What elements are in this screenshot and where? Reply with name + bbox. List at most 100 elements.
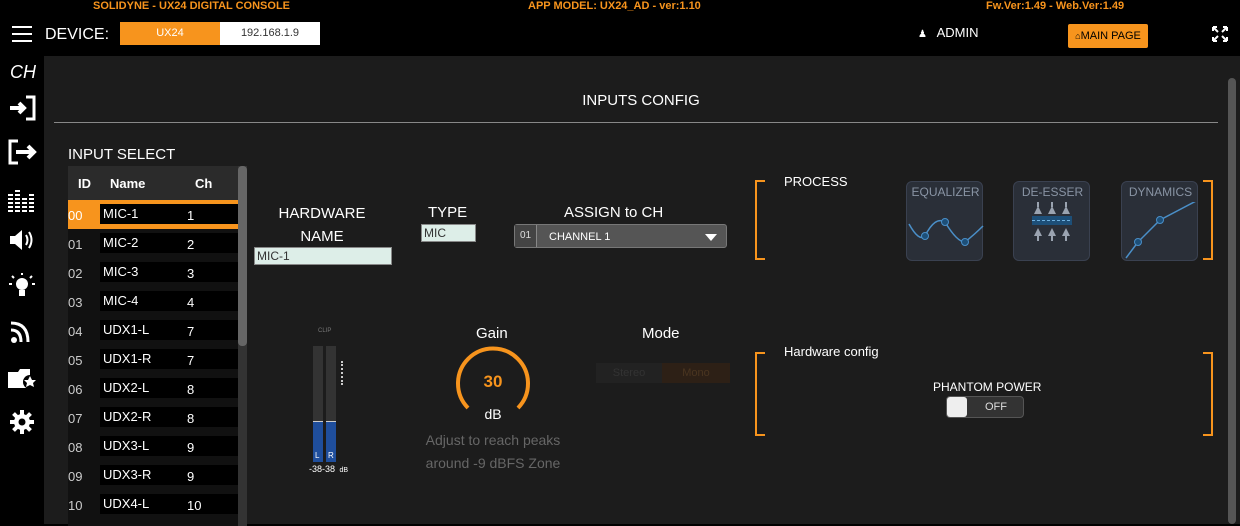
mode-stereo-option[interactable]: Stereo bbox=[596, 363, 662, 383]
input-select-label: INPUT SELECT bbox=[68, 146, 176, 163]
presets-icon[interactable] bbox=[6, 364, 38, 392]
outputs-icon[interactable] bbox=[6, 138, 38, 166]
process-bracket-left bbox=[755, 180, 765, 260]
row-ch: 2 bbox=[187, 237, 195, 252]
meter-right-label: R bbox=[328, 451, 334, 460]
meter-right-bar: R bbox=[326, 346, 336, 462]
equalizer-icon bbox=[908, 218, 984, 246]
clip-indicator: CLIP bbox=[318, 328, 332, 334]
header: DEVICE: UX24 192.168.1.9 ♟ ADMIN ⌂MAIN P… bbox=[0, 13, 1240, 56]
process-bracket-right bbox=[1203, 180, 1213, 260]
meter-left-label: L bbox=[315, 451, 320, 460]
firmware-version: Fw.Ver:1.49 - Web.Ver:1.49 bbox=[986, 0, 1125, 12]
row-name: UDX1-L bbox=[100, 320, 238, 340]
page-scrollbar[interactable] bbox=[1228, 78, 1236, 524]
hardware-name-label: HARDWARE NAME bbox=[278, 205, 366, 245]
rss-icon[interactable] bbox=[6, 318, 38, 346]
gain-unit: dB bbox=[484, 406, 502, 422]
type-input[interactable]: MIC bbox=[421, 224, 476, 242]
row-ch: 9 bbox=[187, 469, 195, 484]
row-id: 03 bbox=[68, 295, 83, 310]
channel-section-label: CH bbox=[10, 62, 36, 82]
de-esser-button[interactable]: DE-ESSER bbox=[1013, 181, 1090, 261]
de-esser-label: DE-ESSER bbox=[1021, 185, 1084, 199]
table-row[interactable]: 05 UDX1-R 7 bbox=[68, 345, 238, 374]
table-row[interactable]: 01 MIC-2 2 bbox=[68, 229, 238, 258]
hardware-bracket-left bbox=[755, 352, 765, 436]
row-name: UDX2-R bbox=[100, 407, 238, 427]
meters-icon[interactable] bbox=[6, 186, 38, 214]
top-status-bar: SOLIDYNE - UX24 DIGITAL CONSOLE APP MODE… bbox=[0, 0, 1240, 13]
type-label: TYPE bbox=[428, 204, 468, 221]
main-page-button[interactable]: ⌂MAIN PAGE bbox=[1068, 24, 1148, 48]
row-ch: 10 bbox=[187, 498, 202, 513]
row-id: 05 bbox=[68, 353, 83, 368]
assign-label: ASSIGN to CH bbox=[564, 204, 664, 221]
equalizer-label: EQUALIZER bbox=[911, 185, 980, 199]
row-name: UDX3-L bbox=[100, 436, 238, 456]
title-divider bbox=[54, 122, 1218, 123]
row-id: 01 bbox=[68, 237, 83, 252]
row-name: UDX3-R bbox=[100, 465, 238, 485]
phantom-power-label: PHANTOM POWER bbox=[933, 380, 1042, 394]
table-row[interactable]: 03 MIC-4 4 bbox=[68, 287, 238, 316]
mode-switch[interactable]: Stereo Mono bbox=[596, 363, 730, 383]
table-row[interactable]: 08 UDX3-L 9 bbox=[68, 432, 238, 461]
console-title: SOLIDYNE - UX24 DIGITAL CONSOLE bbox=[93, 0, 291, 12]
assign-channel-value: CHANNEL 1 bbox=[549, 231, 611, 243]
equalizer-button[interactable]: EQUALIZER bbox=[906, 181, 984, 261]
phantom-power-toggle[interactable]: OFF bbox=[946, 396, 1024, 418]
sidebar: CH bbox=[0, 56, 44, 524]
table-row[interactable]: 07 UDX2-R 8 bbox=[68, 403, 238, 432]
header-ch: Ch bbox=[195, 176, 213, 191]
assign-channel-select[interactable]: 01 CHANNEL 1 bbox=[514, 224, 727, 248]
mode-mono-option[interactable]: Mono bbox=[662, 363, 730, 383]
assign-channel-number: 01 bbox=[515, 225, 537, 247]
table-row[interactable]: 02 MIC-3 3 bbox=[68, 258, 238, 287]
speaker-icon[interactable] bbox=[6, 226, 38, 254]
hamburger-menu-icon[interactable] bbox=[12, 26, 32, 42]
row-name: MIC-4 bbox=[100, 291, 238, 311]
row-ch: 7 bbox=[187, 324, 195, 339]
dynamics-button[interactable]: DYNAMICS bbox=[1121, 181, 1198, 261]
lamp-icon[interactable] bbox=[6, 272, 38, 300]
fullscreen-icon[interactable] bbox=[1212, 26, 1228, 42]
header-name: Name bbox=[110, 176, 146, 191]
row-name: MIC-3 bbox=[100, 262, 238, 282]
table-scrollbar[interactable] bbox=[238, 166, 247, 526]
row-id: 07 bbox=[68, 411, 83, 426]
row-ch: 9 bbox=[187, 440, 195, 455]
chevron-down-icon bbox=[705, 234, 717, 241]
device-name-tab[interactable]: UX24 bbox=[120, 22, 220, 45]
table-row[interactable]: 00 MIC-1 1 bbox=[68, 200, 238, 229]
gain-value: 30 bbox=[483, 372, 503, 391]
row-name: MIC-2 bbox=[100, 233, 238, 253]
user-icon: ♟ bbox=[918, 29, 927, 40]
table-row[interactable]: 04 UDX1-L 7 bbox=[68, 316, 238, 345]
phantom-power-state: OFF bbox=[985, 401, 1007, 413]
device-ip-tab[interactable]: 192.168.1.9 bbox=[220, 22, 320, 45]
row-ch: 3 bbox=[187, 266, 195, 281]
hardware-name-input[interactable]: MIC-1 bbox=[254, 247, 392, 265]
hardware-config-label: Hardware config bbox=[784, 344, 879, 359]
user-indicator[interactable]: ♟ ADMIN bbox=[918, 25, 978, 40]
meter-left-peak bbox=[313, 421, 323, 422]
inputs-icon[interactable] bbox=[6, 94, 38, 122]
row-ch: 4 bbox=[187, 295, 195, 310]
settings-icon[interactable] bbox=[6, 408, 38, 436]
table-row[interactable]: 09 UDX3-R 9 bbox=[68, 461, 238, 490]
row-ch: 8 bbox=[187, 382, 195, 397]
row-name: UDX2-L bbox=[100, 378, 238, 398]
header-id: ID bbox=[78, 176, 91, 191]
level-meter: CLIP L R -38-38 dB bbox=[309, 326, 349, 476]
row-id: 09 bbox=[68, 469, 83, 484]
dynamics-icon bbox=[1125, 202, 1196, 259]
table-row[interactable]: 10 UDX4-L 10 bbox=[68, 490, 238, 519]
hardware-bracket-right bbox=[1203, 352, 1213, 436]
row-ch: 7 bbox=[187, 353, 195, 368]
row-name: MIC-1 bbox=[100, 204, 238, 224]
page-title: INPUTS CONFIG bbox=[582, 92, 700, 109]
table-row[interactable]: 06 UDX2-L 8 bbox=[68, 374, 238, 403]
table-scroll-thumb[interactable] bbox=[238, 166, 247, 346]
gain-label: Gain bbox=[476, 325, 508, 342]
